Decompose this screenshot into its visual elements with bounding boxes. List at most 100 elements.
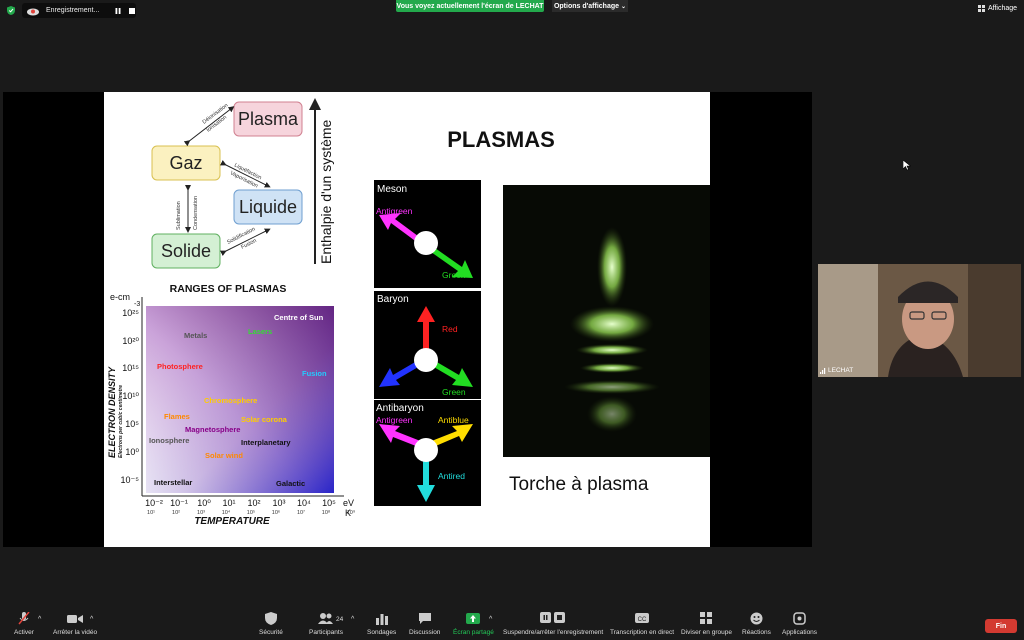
y-tick-label: 10⁰ xyxy=(125,447,139,457)
y-tick-label: 10²⁰ xyxy=(122,336,139,346)
antibaryon-center xyxy=(414,438,438,462)
grid-view-icon xyxy=(978,5,985,12)
y-tick-label: 10⁻⁵ xyxy=(121,475,140,485)
chevron-down-icon: ⌄ xyxy=(621,3,627,10)
baryon-red-label: Red xyxy=(442,324,458,334)
y-tick-label: 10¹⁰ xyxy=(122,391,139,401)
plasma-region-label: Lasers xyxy=(248,327,272,336)
closed-caption-icon: CC xyxy=(635,613,650,623)
plasma-torch-image xyxy=(503,185,710,457)
unmute-button[interactable]: Activer xyxy=(14,612,34,636)
plasma-region-label: Magnetosphere xyxy=(185,425,240,434)
y-tick-label: 10²⁵ xyxy=(122,308,139,318)
plasma-region-label: Centre of Sun xyxy=(274,313,324,322)
baryon-panel: Baryon Red Green xyxy=(374,291,481,399)
participants-icon xyxy=(317,613,333,624)
x-tick-ev-label: 10⁻² xyxy=(145,498,163,508)
apps-icon xyxy=(793,612,806,625)
signal-bars-icon xyxy=(820,367,826,374)
view-options-label: Options d'affichage xyxy=(553,2,620,10)
x-tick-ev-label: 10⁻¹ xyxy=(170,498,188,508)
display-button[interactable]: Affichage xyxy=(978,5,1017,12)
apps-label: Applications xyxy=(782,629,818,636)
chat-button[interactable]: Discussion xyxy=(409,612,440,636)
x-tick-k-label: 10¹ xyxy=(147,510,155,516)
pause-recording-icon[interactable] xyxy=(115,7,121,14)
x-tick-k-label: 10⁵ xyxy=(247,509,255,516)
audio-options-caret[interactable]: ^ xyxy=(38,616,41,623)
screen-share-banner: Vous voyez actuellement l'écran de LECHA… xyxy=(396,0,544,12)
torch-caption: Torche à plasma xyxy=(509,474,649,495)
liquide-label: Liquide xyxy=(239,197,297,217)
participants-options-caret[interactable]: ^ xyxy=(351,616,354,623)
stop-video-label: Arrêter la vidéo xyxy=(53,629,98,636)
breakout-grid-icon xyxy=(700,612,713,624)
recording-cloud-icon xyxy=(27,8,39,15)
antibaryon-antigreen-label: Antigreen xyxy=(376,415,413,425)
bar-chart-icon xyxy=(375,614,388,625)
plasma-region-label: Galactic xyxy=(276,479,305,488)
polls-button[interactable]: Sondages xyxy=(367,612,396,636)
display-label: Affichage xyxy=(988,5,1018,12)
live-transcript-label: Transcription en direct xyxy=(610,629,675,636)
pause-stop-icon xyxy=(540,612,566,623)
plasma-region-label: Solar wind xyxy=(205,451,243,460)
share-screen-icon xyxy=(466,613,481,624)
plasma-region-label: Metals xyxy=(184,331,207,340)
security-button[interactable]: Sécurité xyxy=(259,612,283,636)
recording-label: Enregistrement... xyxy=(46,7,100,14)
chat-bubble-icon xyxy=(418,613,431,624)
meson-panel: Meson Antigreen Green xyxy=(374,180,481,288)
plasma-region-label: Ionosphere xyxy=(149,436,189,445)
y-axis-label: ELECTRON DENSITY xyxy=(107,366,117,458)
antibaryon-title: Antibaryon xyxy=(376,403,424,414)
plasma-region-label: Chromosphere xyxy=(204,396,257,405)
baryon-title: Baryon xyxy=(377,294,409,305)
participants-count: 24 xyxy=(336,616,344,623)
x-tick-ev-label: 10⁰ xyxy=(197,498,211,508)
meson-antigreen-label: Antigreen xyxy=(376,206,413,216)
reactions-button[interactable]: Réactions xyxy=(742,612,771,636)
microphone-muted-icon xyxy=(18,612,30,625)
x-tick-ev-label: 10⁴ xyxy=(297,498,311,508)
x-unit-k: K xyxy=(345,508,351,518)
x-tick-k-label: 10² xyxy=(172,510,180,516)
plasma-region-label: Interstellar xyxy=(154,478,192,487)
unmute-label: Activer xyxy=(14,629,34,636)
mouse-cursor-icon xyxy=(903,160,911,171)
y-tick-label: 10⁵ xyxy=(125,419,139,429)
stop-recording-icon[interactable] xyxy=(129,7,136,14)
slide-title: PLASMAS xyxy=(447,127,555,152)
states-of-matter-diagram: Plasma Gaz Liquide Solide Déionisation I… xyxy=(151,98,334,269)
meson-center xyxy=(414,231,438,255)
recording-indicator[interactable]: Enregistrement... xyxy=(22,3,136,18)
svg-text:CC: CC xyxy=(638,617,647,623)
x-tick-k-label: 10⁴ xyxy=(222,509,231,516)
share-options-caret[interactable]: ^ xyxy=(489,616,492,623)
view-options-button[interactable]: Options d'affichage ⌄ xyxy=(552,0,628,12)
plasma-label: Plasma xyxy=(238,109,299,129)
live-transcript-button[interactable]: CC Transcription en direct xyxy=(610,612,674,636)
video-options-caret[interactable]: ^ xyxy=(90,616,93,623)
recording-controls-label: Suspendre/arrêter l'enregistrement xyxy=(503,629,604,636)
share-screen-button[interactable]: Écran partagé xyxy=(453,612,494,636)
y-unit-exp: -3 xyxy=(134,301,140,308)
plasma-region-label: Solar corona xyxy=(241,415,288,424)
security-shield-icon[interactable] xyxy=(7,6,15,15)
smiley-icon xyxy=(750,612,763,625)
recording-controls-button[interactable]: Suspendre/arrêter l'enregistrement xyxy=(503,612,603,636)
x-tick-ev-label: 10³ xyxy=(272,498,285,508)
participant-video-tile[interactable] xyxy=(818,264,1021,377)
chat-label: Discussion xyxy=(409,629,441,636)
sublimation-label: Sublimation xyxy=(176,201,182,230)
security-label: Sécurité xyxy=(259,629,283,636)
share-screen-label: Écran partagé xyxy=(453,629,494,636)
breakout-rooms-button[interactable]: Diviser en groupe xyxy=(681,612,732,636)
end-meeting-button[interactable]: Fin xyxy=(985,619,1017,633)
x-tick-k-label: 10⁶ xyxy=(272,509,280,516)
solide-label: Solide xyxy=(161,241,211,261)
gaz-label: Gaz xyxy=(169,153,202,173)
apps-button[interactable]: Applications xyxy=(782,612,817,636)
meson-green-label: Green xyxy=(442,270,466,280)
y-unit: e-cm xyxy=(110,292,130,302)
